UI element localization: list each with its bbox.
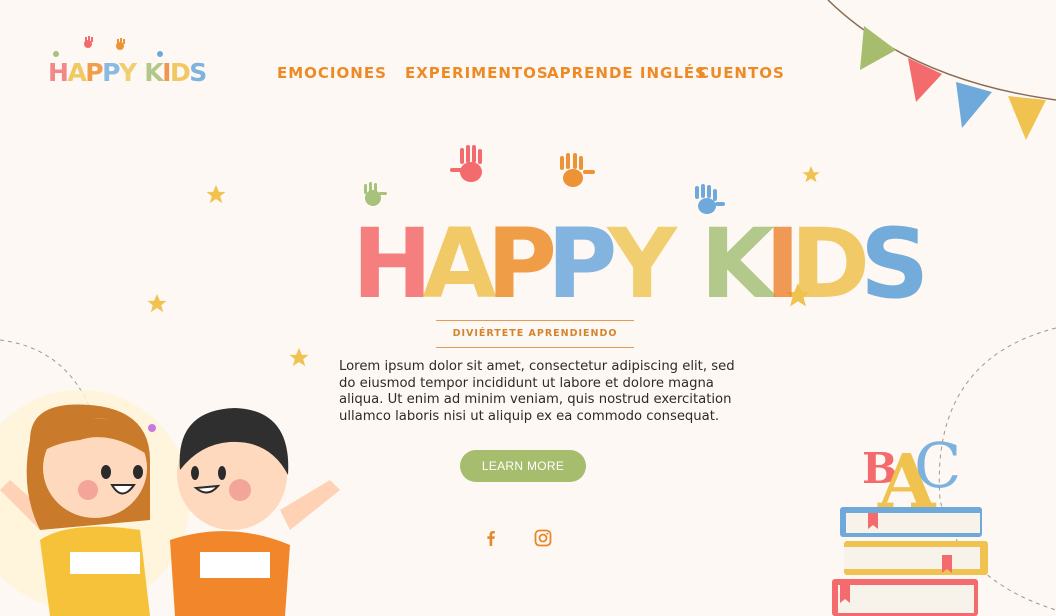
hand-green-icon bbox=[364, 182, 387, 206]
hero-title: HAPPY KIDS bbox=[352, 214, 929, 314]
abc-books-illustration: B A C bbox=[832, 429, 988, 616]
book-top bbox=[840, 507, 982, 537]
hero-title-letter: P bbox=[547, 208, 617, 320]
hero-title-letter: I bbox=[764, 208, 801, 320]
logo-letter: K bbox=[144, 58, 163, 87]
logo-letter: P bbox=[102, 58, 120, 87]
logo-letter: Y bbox=[118, 58, 137, 87]
kids-illustration bbox=[0, 390, 340, 616]
logo-letter: I bbox=[162, 58, 171, 87]
logo-letter: D bbox=[169, 58, 191, 87]
star-icon bbox=[147, 294, 167, 313]
hero-title-letter: K bbox=[700, 208, 774, 320]
hero-title-letter: D bbox=[790, 208, 870, 320]
logo-letter: P bbox=[85, 58, 103, 87]
logo[interactable]: HAPPY KIDS bbox=[48, 36, 207, 92]
logo-letter bbox=[136, 58, 145, 87]
boy-character bbox=[170, 408, 340, 616]
logo-letter: S bbox=[189, 58, 207, 87]
hero-title-letter: H bbox=[352, 208, 432, 320]
star-icon bbox=[206, 185, 226, 204]
learn-more-button[interactable]: LEARN MORE bbox=[460, 450, 586, 482]
hand-orange-icon bbox=[560, 153, 595, 187]
hero-title-letter: S bbox=[860, 208, 929, 320]
star-icon bbox=[289, 348, 309, 367]
nav-link-aprende-ingles[interactable]: APRENDE INGLÉS bbox=[547, 64, 707, 82]
instagram-icon[interactable] bbox=[533, 528, 553, 548]
hero-title-letter: Y bbox=[607, 208, 676, 320]
tagline: DIVIÉRTETE APRENDIENDO bbox=[452, 328, 618, 339]
bunting-decoration bbox=[827, 0, 1056, 140]
star-icon bbox=[802, 166, 820, 183]
flag-green bbox=[860, 26, 896, 70]
logo-letter: A bbox=[67, 58, 86, 87]
book-bottom bbox=[832, 579, 978, 616]
hero-title-letter: P bbox=[486, 208, 557, 320]
logo-letter: H bbox=[48, 58, 69, 87]
hero-title-letter bbox=[667, 208, 700, 320]
book-middle bbox=[844, 541, 988, 575]
logo-text: HAPPY KIDS bbox=[48, 58, 207, 87]
nav-link-cuentos[interactable]: CUENTOS bbox=[698, 64, 785, 82]
hero-description: Lorem ipsum dolor sit amet, consectetur … bbox=[339, 359, 735, 424]
flag-blue bbox=[956, 82, 992, 128]
letter-c: C bbox=[914, 429, 961, 502]
tagline-box: DIVIÉRTETE APRENDIENDO bbox=[436, 320, 634, 348]
nav-link-experimentos[interactable]: EXPERIMENTOS bbox=[405, 64, 549, 82]
facebook-icon[interactable] bbox=[481, 528, 501, 548]
nav-link-emociones[interactable]: EMOCIONES bbox=[277, 64, 387, 82]
hero-title-letter: A bbox=[422, 208, 496, 320]
hand-pink-icon bbox=[450, 145, 482, 182]
flag-yellow bbox=[1008, 96, 1046, 140]
